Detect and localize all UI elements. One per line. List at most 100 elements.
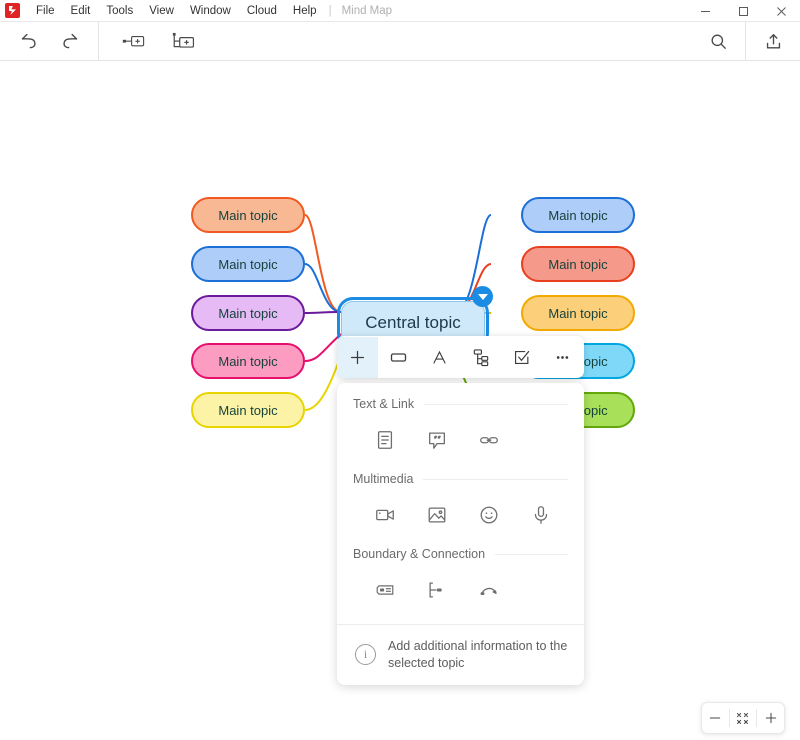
panel-hint-text: Add additional information to the select… [388, 639, 568, 670]
insert-topic-button[interactable] [117, 26, 151, 56]
main-toolbar [0, 21, 800, 61]
minimize-icon [700, 10, 710, 12]
toolbar-right-group [691, 22, 800, 61]
topic-label: Main topic [548, 207, 608, 223]
menu-item-tools[interactable]: Tools [98, 0, 141, 22]
topic-label: Main topic [218, 256, 278, 272]
topic-node-left-1[interactable]: Main topic [191, 197, 305, 233]
structure-button[interactable] [460, 337, 501, 378]
note-item[interactable] [359, 422, 411, 458]
close-button[interactable] [762, 0, 800, 22]
smiley-icon [480, 506, 498, 524]
edge-left-2 [304, 263, 342, 313]
topic-node-left-4[interactable]: Main topic [191, 343, 305, 379]
topic-node-right-1[interactable]: Main topic [521, 197, 635, 233]
close-icon [776, 6, 786, 16]
section-title: Text & Link [353, 397, 415, 411]
section-divider [423, 478, 568, 480]
section-items [353, 411, 568, 458]
relationship-item[interactable] [463, 572, 515, 608]
topic-node-left-3[interactable]: Main topic [191, 295, 305, 331]
topic-node-left-5[interactable]: Main topic [191, 392, 305, 428]
panel-footer-hint: i Add additional information to the sele… [337, 624, 584, 685]
note-icon [377, 431, 393, 449]
menu-item-help[interactable]: Help [285, 0, 325, 22]
app-logo-icon [5, 3, 20, 18]
undo-button[interactable] [12, 26, 46, 56]
shape-button[interactable] [378, 337, 419, 378]
video-item[interactable] [359, 497, 411, 533]
sticker-item[interactable] [463, 497, 515, 533]
topic-node-right-2[interactable]: Main topic [521, 246, 635, 282]
structure-icon [473, 349, 488, 367]
section-items [353, 561, 568, 608]
link-icon [480, 437, 498, 444]
redo-icon [62, 33, 77, 48]
section-divider [424, 403, 568, 405]
search-button[interactable] [691, 22, 745, 61]
topic-label: Main topic [218, 353, 278, 369]
panel-section-multimedia: Multimedia [337, 458, 584, 533]
font-a-icon [433, 350, 446, 364]
fit-screen-button[interactable] [730, 703, 757, 733]
maximize-icon [738, 6, 748, 16]
task-button[interactable] [501, 337, 542, 378]
insert-subtopic-button[interactable] [167, 26, 201, 56]
topic-floating-toolbar [337, 336, 584, 378]
rectangle-icon [390, 352, 407, 362]
insert-subtopic-icon [172, 32, 195, 48]
panel-section-text-link: Text & Link [337, 383, 584, 458]
plus-icon [765, 712, 776, 724]
comment-item[interactable] [411, 422, 463, 458]
boundary-item[interactable] [359, 572, 411, 608]
section-title: Boundary & Connection [353, 547, 486, 561]
video-icon [376, 509, 394, 521]
ellipsis-icon [556, 355, 569, 359]
relationship-icon [480, 587, 497, 595]
menu-item-cloud[interactable]: Cloud [239, 0, 285, 22]
add-topic-button[interactable] [337, 336, 378, 378]
fit-screen-icon [737, 712, 749, 724]
hyperlink-item[interactable] [463, 422, 515, 458]
collapse-toggle-button[interactable] [472, 286, 493, 307]
more-button[interactable] [542, 337, 583, 378]
menu-item-view[interactable]: View [141, 0, 182, 22]
section-divider [495, 553, 568, 555]
minus-icon [710, 717, 721, 719]
info-icon: i [355, 644, 376, 666]
zoom-out-button[interactable] [702, 703, 729, 733]
redo-button[interactable] [52, 26, 86, 56]
undo-icon [21, 33, 36, 48]
summary-item[interactable] [411, 572, 463, 608]
menu-item-edit[interactable]: Edit [63, 0, 99, 22]
edge-left-1 [304, 214, 342, 313]
topic-node-right-3[interactable]: Main topic [521, 295, 635, 331]
zoom-controls [701, 702, 785, 734]
topic-label: Main topic [548, 256, 608, 272]
font-button[interactable] [419, 337, 460, 378]
title-bar: File Edit Tools View Window Cloud Help |… [0, 0, 800, 22]
topic-node-left-2[interactable]: Main topic [191, 246, 305, 282]
maximize-button[interactable] [724, 0, 762, 22]
minimize-button[interactable] [686, 0, 724, 22]
insert-panel: Text & Link Multimedia Boundary & Connec… [337, 383, 584, 685]
topic-label: Main topic [218, 402, 278, 418]
section-items [353, 486, 568, 533]
menu-item-file[interactable]: File [28, 0, 63, 22]
section-header: Text & Link [353, 383, 568, 411]
image-item[interactable] [411, 497, 463, 533]
boundary-icon [376, 585, 394, 595]
edge-left-4 [304, 333, 342, 362]
section-header: Boundary & Connection [353, 533, 568, 561]
menu-item-window[interactable]: Window [182, 0, 239, 22]
checkbox-icon [514, 350, 530, 364]
edge-left-3 [304, 311, 339, 314]
search-icon [710, 34, 726, 49]
audio-item[interactable] [515, 497, 567, 533]
zoom-in-button[interactable] [757, 703, 784, 733]
document-title: Mind Map [341, 4, 393, 17]
mindmap-canvas[interactable]: Main topic Main topic Main topic Main to… [0, 61, 800, 740]
summary-icon [429, 582, 442, 598]
share-button[interactable] [746, 22, 800, 61]
window-controls [686, 0, 800, 22]
